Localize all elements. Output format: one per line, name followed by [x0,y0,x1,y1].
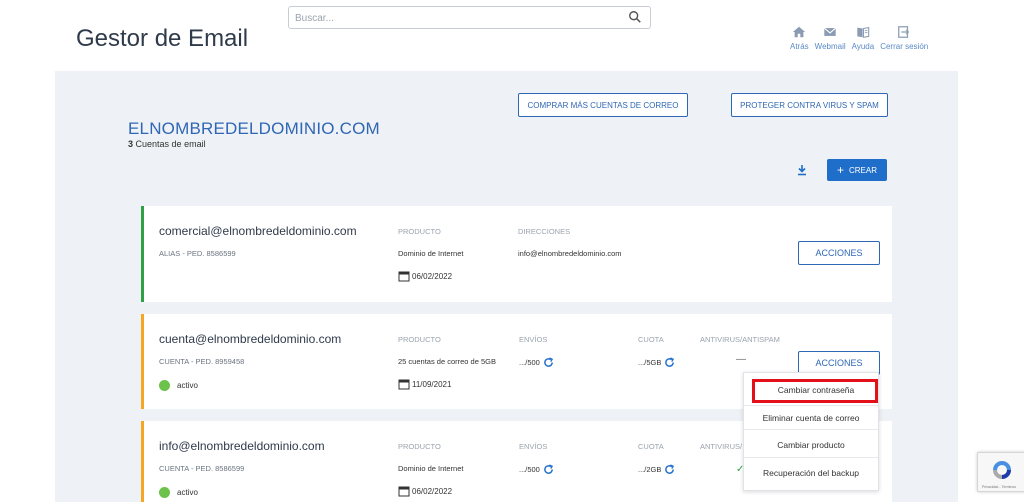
mail-icon [824,27,837,36]
status-dot [159,380,170,391]
sends-value: .../500 [519,357,554,368]
quota-text: .../5GB [638,358,662,367]
refresh-icon[interactable] [664,357,675,368]
search-box[interactable] [288,6,651,29]
nav-back-label: Atrás [790,42,809,51]
status-text: activo [177,488,198,497]
date-text: 06/02/2022 [412,271,453,281]
calendar-icon [398,271,410,282]
status-text: activo [177,381,198,390]
account-count-label: Cuentas de email [135,139,206,149]
account-order: CUENTA - PED. 8959458 [159,357,245,366]
refresh-icon[interactable] [664,464,675,475]
recaptcha-icon [993,461,1011,479]
product-value: Dominio de Internet [398,249,464,258]
date-value: 11/09/2021 [398,378,451,390]
calendar-icon [398,379,410,390]
nav-logout[interactable]: Cerrar sesión [880,25,928,51]
calendar-icon [398,486,410,497]
delete-account-menu-item[interactable]: Eliminar cuenta de correo [744,405,878,430]
create-button[interactable]: + CREAR [827,159,887,181]
date-value: 06/02/2022 [398,485,452,497]
refresh-icon[interactable] [543,464,554,475]
sends-text: .../500 [519,358,540,367]
quota-header: CUOTA [638,442,664,451]
nav-webmail-label: Webmail [814,42,846,51]
date-text: 06/02/2022 [412,486,453,496]
sends-value: .../500 [519,464,554,475]
actions-dropdown-menu: Cambiar contraseña Eliminar cuenta de co… [743,372,879,491]
nav-help-label: Ayuda [851,42,875,51]
antivirus-header: ANTIVIRUS/ [700,442,743,451]
antivirus-header: ANTIVIRUS/ANTISPAM [700,335,780,344]
search-icon[interactable] [628,10,642,24]
buy-more-accounts-button[interactable]: COMPRAR MÁS CUENTAS DE CORREO [518,93,688,117]
create-button-label: CREAR [849,165,878,175]
domain-name: ELNOMBREDELDOMINIO.COM [128,119,380,138]
product-header: PRODUCTO [398,335,441,344]
product-header: PRODUCTO [398,442,441,451]
refresh-icon[interactable] [543,357,554,368]
date-text: 11/09/2021 [412,379,452,389]
account-order: ALIAS - PED. 8586599 [159,249,236,258]
nav-back[interactable]: Atrás [790,25,809,51]
top-nav: Atrás Webmail Ayuda Cerrar sesión [790,25,934,51]
status-indicator: activo [159,487,198,498]
change-product-menu-item[interactable]: Cambiar producto [744,433,878,458]
backup-recovery-menu-item[interactable]: Recuperación del backup [744,460,878,485]
account-email: info@elnombredeldominio.com [159,439,325,453]
home-icon [793,26,806,38]
protect-virus-spam-button[interactable]: PROTEGER CONTRA VIRUS Y SPAM [731,93,888,117]
search-input[interactable] [295,9,615,27]
download-icon[interactable] [796,164,808,176]
account-count-number: 3 [128,139,134,149]
account-card: comercial@elnombredeldominio.com ALIAS -… [141,206,892,302]
product-value: Dominio de Internet [398,464,464,473]
account-email: cuenta@elnombredeldominio.com [159,332,342,346]
date-value: 06/02/2022 [398,270,452,282]
quota-value: .../5GB [638,357,675,368]
sends-text: .../500 [519,465,540,474]
account-order: CUENTA - PED. 8586599 [159,464,245,473]
app-title: Gestor de Email [76,25,249,52]
actions-button[interactable]: ACCIONES [798,241,880,265]
quota-header: CUOTA [638,335,664,344]
change-password-label: Cambiar contraseña [777,385,855,395]
status-indicator: activo [159,380,198,391]
addresses-header: DIRECCIONES [518,227,571,236]
quota-text: .../2GB [638,465,662,474]
change-password-menu-item[interactable]: Cambiar contraseña [744,377,878,403]
account-count: 3 Cuentas de email [128,139,206,149]
nav-webmail[interactable]: Webmail [815,25,846,51]
sends-header: ENVÍOS [519,335,548,344]
recaptcha-badge[interactable]: Privacidad - Términos [977,452,1024,492]
product-header: PRODUCTO [398,227,441,236]
recaptcha-text: Privacidad - Términos [982,485,1016,489]
product-value: 25 cuentas de correo de 5GB [398,357,496,366]
antivirus-value: — [736,354,746,365]
account-email: comercial@elnombredeldominio.com [159,224,357,238]
nav-help[interactable]: Ayuda [851,25,875,51]
addresses-value: info@elnombredeldominio.com [518,249,622,258]
book-icon [857,27,870,38]
status-dot [159,487,170,498]
nav-logout-label: Cerrar sesión [880,42,929,51]
logout-icon [898,26,910,38]
sends-header: ENVÍOS [519,442,548,451]
quota-value: .../2GB [638,464,675,475]
plus-icon: + [836,163,844,177]
